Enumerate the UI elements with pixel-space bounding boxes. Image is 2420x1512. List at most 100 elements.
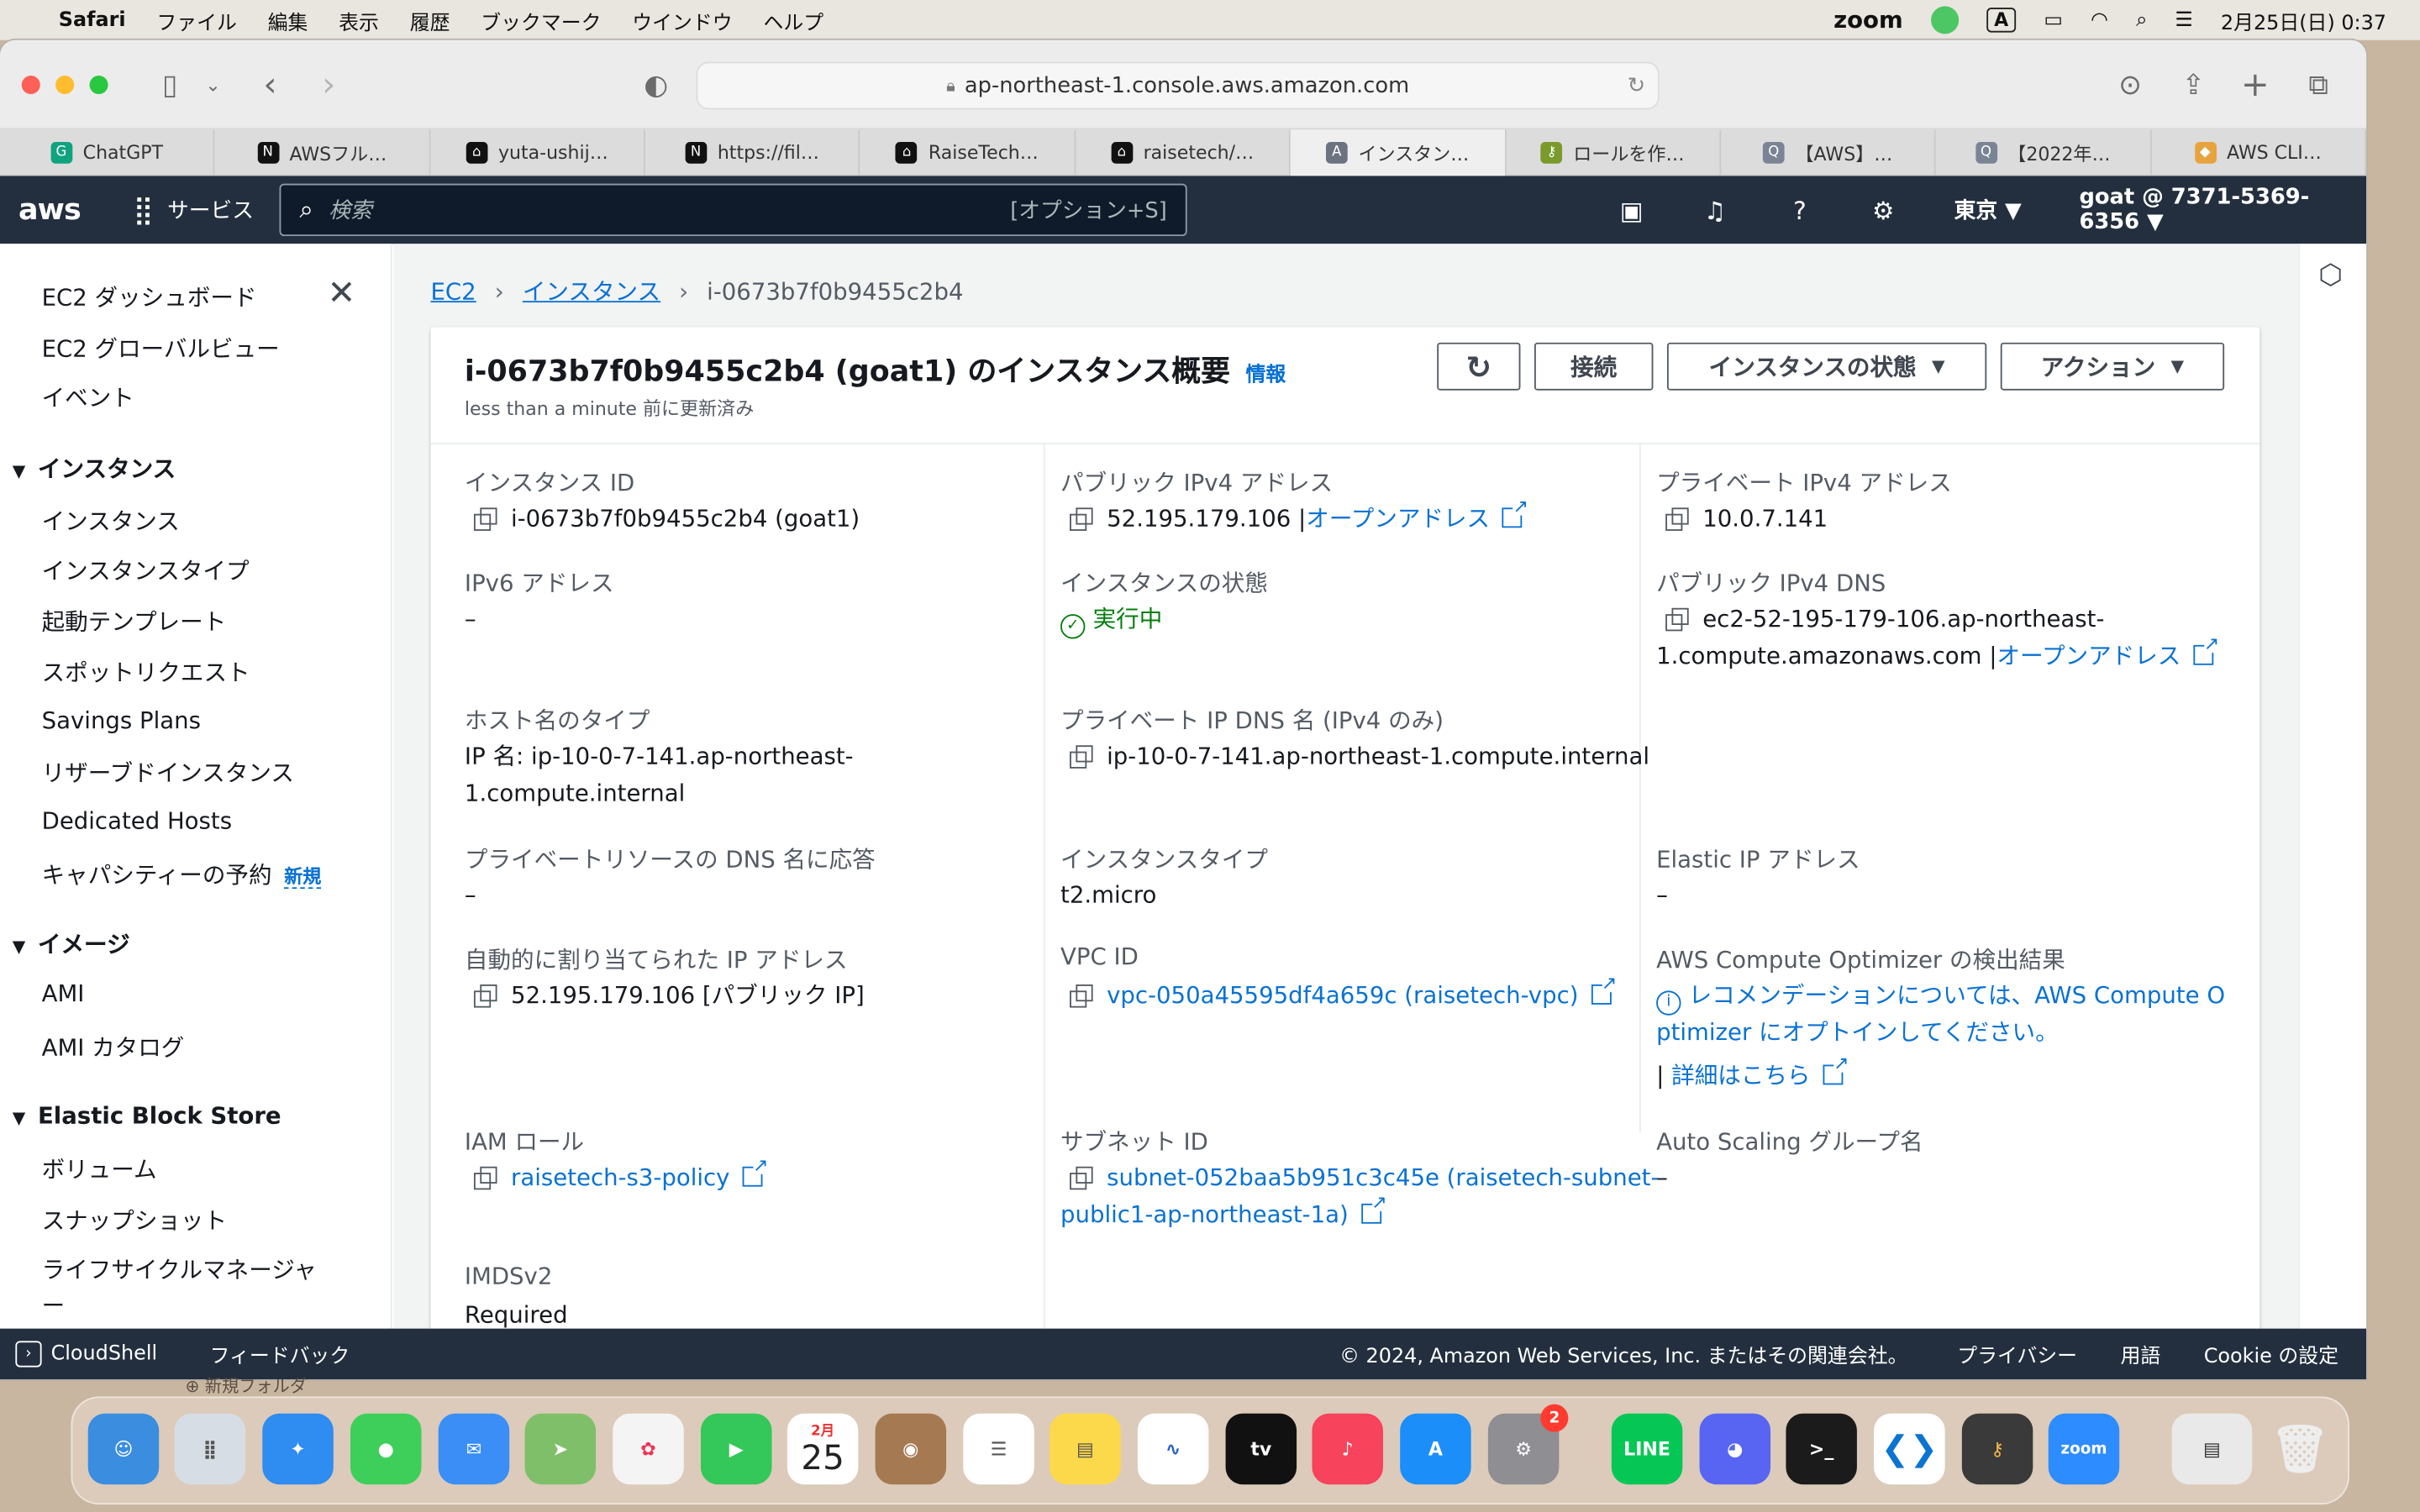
tab-instances[interactable]: A インスタン…	[1291, 129, 1507, 176]
tab-notion-aws[interactable]: N AWSフル…	[215, 129, 431, 176]
line-icon[interactable]: LINE	[1611, 1413, 1683, 1485]
compute-optimizer-message-2[interactable]: ptimizer にオプトインしてください。	[1656, 1014, 2059, 1051]
tab-overview-icon[interactable]: ⧉	[2300, 66, 2337, 103]
sidebar-item-capacity-reservations[interactable]: キャパシティーの予約 新規	[42, 858, 322, 890]
tab-qiita-aws[interactable]: Q 【AWS】…	[1721, 129, 1937, 176]
music-icon[interactable]: ♪	[1312, 1413, 1383, 1485]
freeform-icon[interactable]: ∿	[1137, 1413, 1209, 1485]
tab-github-raisetech[interactable]: ⌂ RaiseTech…	[860, 129, 1076, 176]
search-input[interactable]: ⌕ 検索 [オプション+S]	[279, 183, 1187, 237]
sidebar-item-volumes[interactable]: ボリューム	[42, 1152, 157, 1185]
notifications-bell-icon[interactable]: ♫	[1695, 190, 1735, 230]
breadcrumb-ec2[interactable]: EC2	[431, 277, 476, 305]
sidebar-item-snapshots[interactable]: スナップショット	[42, 1204, 227, 1236]
region-selector[interactable]: 東京 ▼	[1954, 194, 2022, 225]
sidebar-toggle-icon[interactable]: ▯	[151, 66, 188, 103]
apple-tv-icon[interactable]: tv	[1225, 1413, 1297, 1485]
sidebar-item-savings-plans[interactable]: Savings Plans	[42, 706, 201, 734]
sidebar-item-dashboard[interactable]: EC2 ダッシュボード	[42, 281, 257, 313]
menu-bookmarks[interactable]: ブックマーク	[481, 5, 601, 35]
back-icon[interactable]: ‹	[251, 66, 288, 104]
actions-button[interactable]: アクション ▼	[2000, 342, 2225, 391]
sidebar-item-ami[interactable]: AMI	[42, 979, 85, 1007]
copy-icon[interactable]	[1070, 745, 1093, 769]
services-menu[interactable]: サービス	[167, 194, 254, 225]
help-icon[interactable]: ?	[1780, 190, 1820, 230]
sidebar-section-images[interactable]: ▼ イメージ	[13, 927, 130, 960]
connect-button[interactable]: 接続	[1534, 342, 1654, 391]
cloudshell-link[interactable]: CloudShell	[51, 1342, 157, 1366]
settings-gear-icon[interactable]: ⚙	[1863, 190, 1903, 230]
tab-chatgpt[interactable]: G ChatGPT	[0, 129, 216, 176]
mail-icon[interactable]: ✉	[438, 1413, 510, 1485]
sidebar-item-instance-types[interactable]: インスタンスタイプ	[42, 554, 250, 586]
zoom-icon[interactable]: zoom	[2048, 1413, 2120, 1485]
cloudshell-icon[interactable]: ›	[15, 1341, 42, 1368]
sidebar-item-ami-catalog[interactable]: AMI カタログ	[42, 1031, 185, 1063]
calendar-icon[interactable]: 2月 25	[786, 1413, 859, 1485]
vscode-icon[interactable]: ❮❯	[1874, 1413, 1945, 1485]
launchpad-icon[interactable]: ⣿	[174, 1413, 246, 1485]
copy-icon[interactable]	[1070, 507, 1093, 531]
app-store-icon[interactable]: A	[1400, 1413, 1471, 1485]
copy-icon[interactable]	[473, 984, 497, 1008]
copy-icon[interactable]	[473, 507, 497, 531]
sidebar-section-ebs[interactable]: ▼ Elastic Block Store	[13, 1102, 281, 1130]
sidebar-section-instances[interactable]: ▼ インスタンス	[13, 452, 176, 485]
menubar-datetime[interactable]: 2月25日(日) 0:37	[2221, 5, 2386, 35]
photos-icon[interactable]: ✿	[613, 1413, 684, 1485]
external-link-icon[interactable]	[742, 1155, 769, 1187]
control-center-icon[interactable]: ☰	[2175, 8, 2192, 32]
vpc-id-link[interactable]: vpc-050a45595df4a659c (raisetech-vpc)	[1107, 981, 1578, 1009]
copy-icon[interactable]	[1070, 984, 1093, 1008]
notes-icon[interactable]: ▤	[1050, 1413, 1121, 1485]
reminders-icon[interactable]: ☰	[963, 1413, 1034, 1485]
privacy-shield-icon[interactable]: ◐	[638, 66, 675, 103]
tab-qiita-2022[interactable]: Q 【2022年…	[1936, 129, 2152, 176]
discord-icon[interactable]: ◕	[1699, 1413, 1771, 1485]
copy-icon[interactable]	[1070, 1166, 1093, 1190]
menu-edit[interactable]: 編集	[268, 5, 308, 35]
external-link-icon[interactable]	[2193, 634, 2220, 665]
maps-icon[interactable]: ➤	[524, 1413, 597, 1485]
system-settings-icon[interactable]: ⚙ 2	[1487, 1404, 1569, 1485]
cloudshell-icon[interactable]: ▣	[1612, 190, 1652, 230]
copy-icon[interactable]	[473, 1166, 497, 1190]
contacts-icon[interactable]: ◉	[875, 1413, 947, 1485]
open-address-link[interactable]: オープンアドレス	[1306, 505, 1490, 533]
menu-history[interactable]: 履歴	[410, 5, 450, 35]
keychain-icon[interactable]: ⚷	[1961, 1413, 2033, 1485]
services-grid-icon[interactable]: ⣿	[133, 194, 153, 227]
external-link-icon[interactable]	[1502, 496, 1529, 528]
subnet-id-link[interactable]: subnet-052baa5b951c3c45e (raisetech-subn…	[1107, 1163, 1659, 1191]
sidebar-item-reserved-instances[interactable]: リザーブドインスタンス	[42, 756, 294, 789]
refresh-button[interactable]: ↻	[1437, 342, 1521, 391]
tools-panel-icon[interactable]: ⬡	[2318, 260, 2343, 292]
forward-icon[interactable]: ›	[310, 66, 347, 104]
copy-icon[interactable]	[1665, 607, 1689, 632]
menu-app-name[interactable]: Safari	[59, 8, 126, 32]
safari-icon[interactable]: ✦	[262, 1413, 334, 1485]
menu-view[interactable]: 表示	[339, 5, 379, 35]
finder-icon[interactable]: ☺	[87, 1413, 160, 1485]
feedback-link[interactable]: フィードバック	[210, 1340, 350, 1369]
tab-create-role[interactable]: ⚷ ロールを作…	[1506, 129, 1722, 176]
trash-icon[interactable]: 🗑︎	[2265, 1414, 2336, 1485]
external-link-icon[interactable]	[1591, 974, 1618, 1005]
privacy-link[interactable]: プライバシー	[1957, 1340, 2077, 1369]
instance-state-button[interactable]: インスタンスの状態 ▼	[1666, 342, 1987, 391]
tab-github-raisetech-repo[interactable]: ⌂ raisetech/…	[1076, 129, 1292, 176]
aws-logo[interactable]: aws	[18, 193, 82, 227]
line-status-icon[interactable]	[1930, 6, 1959, 34]
sidebar-item-global-view[interactable]: EC2 グローバルビュー	[42, 332, 280, 365]
close-window-button[interactable]	[21, 76, 40, 95]
wifi-icon[interactable]: ◠	[2091, 8, 2108, 32]
sidebar-item-events[interactable]: イベント	[42, 381, 134, 414]
breadcrumb-instances[interactable]: インスタンス	[523, 275, 660, 307]
open-address-link[interactable]: オープンアドレス	[1997, 642, 2181, 669]
tab-notion-file[interactable]: Nhttps://fil…	[645, 129, 861, 176]
sidebar-item-lifecycle-manager[interactable]: ライフサイクルマネージャ	[42, 1253, 317, 1286]
terms-link[interactable]: 用語	[2121, 1340, 2161, 1369]
spotlight-search-icon[interactable]: ⌕	[2136, 8, 2147, 32]
iam-role-link[interactable]: raisetech-s3-policy	[511, 1163, 729, 1191]
